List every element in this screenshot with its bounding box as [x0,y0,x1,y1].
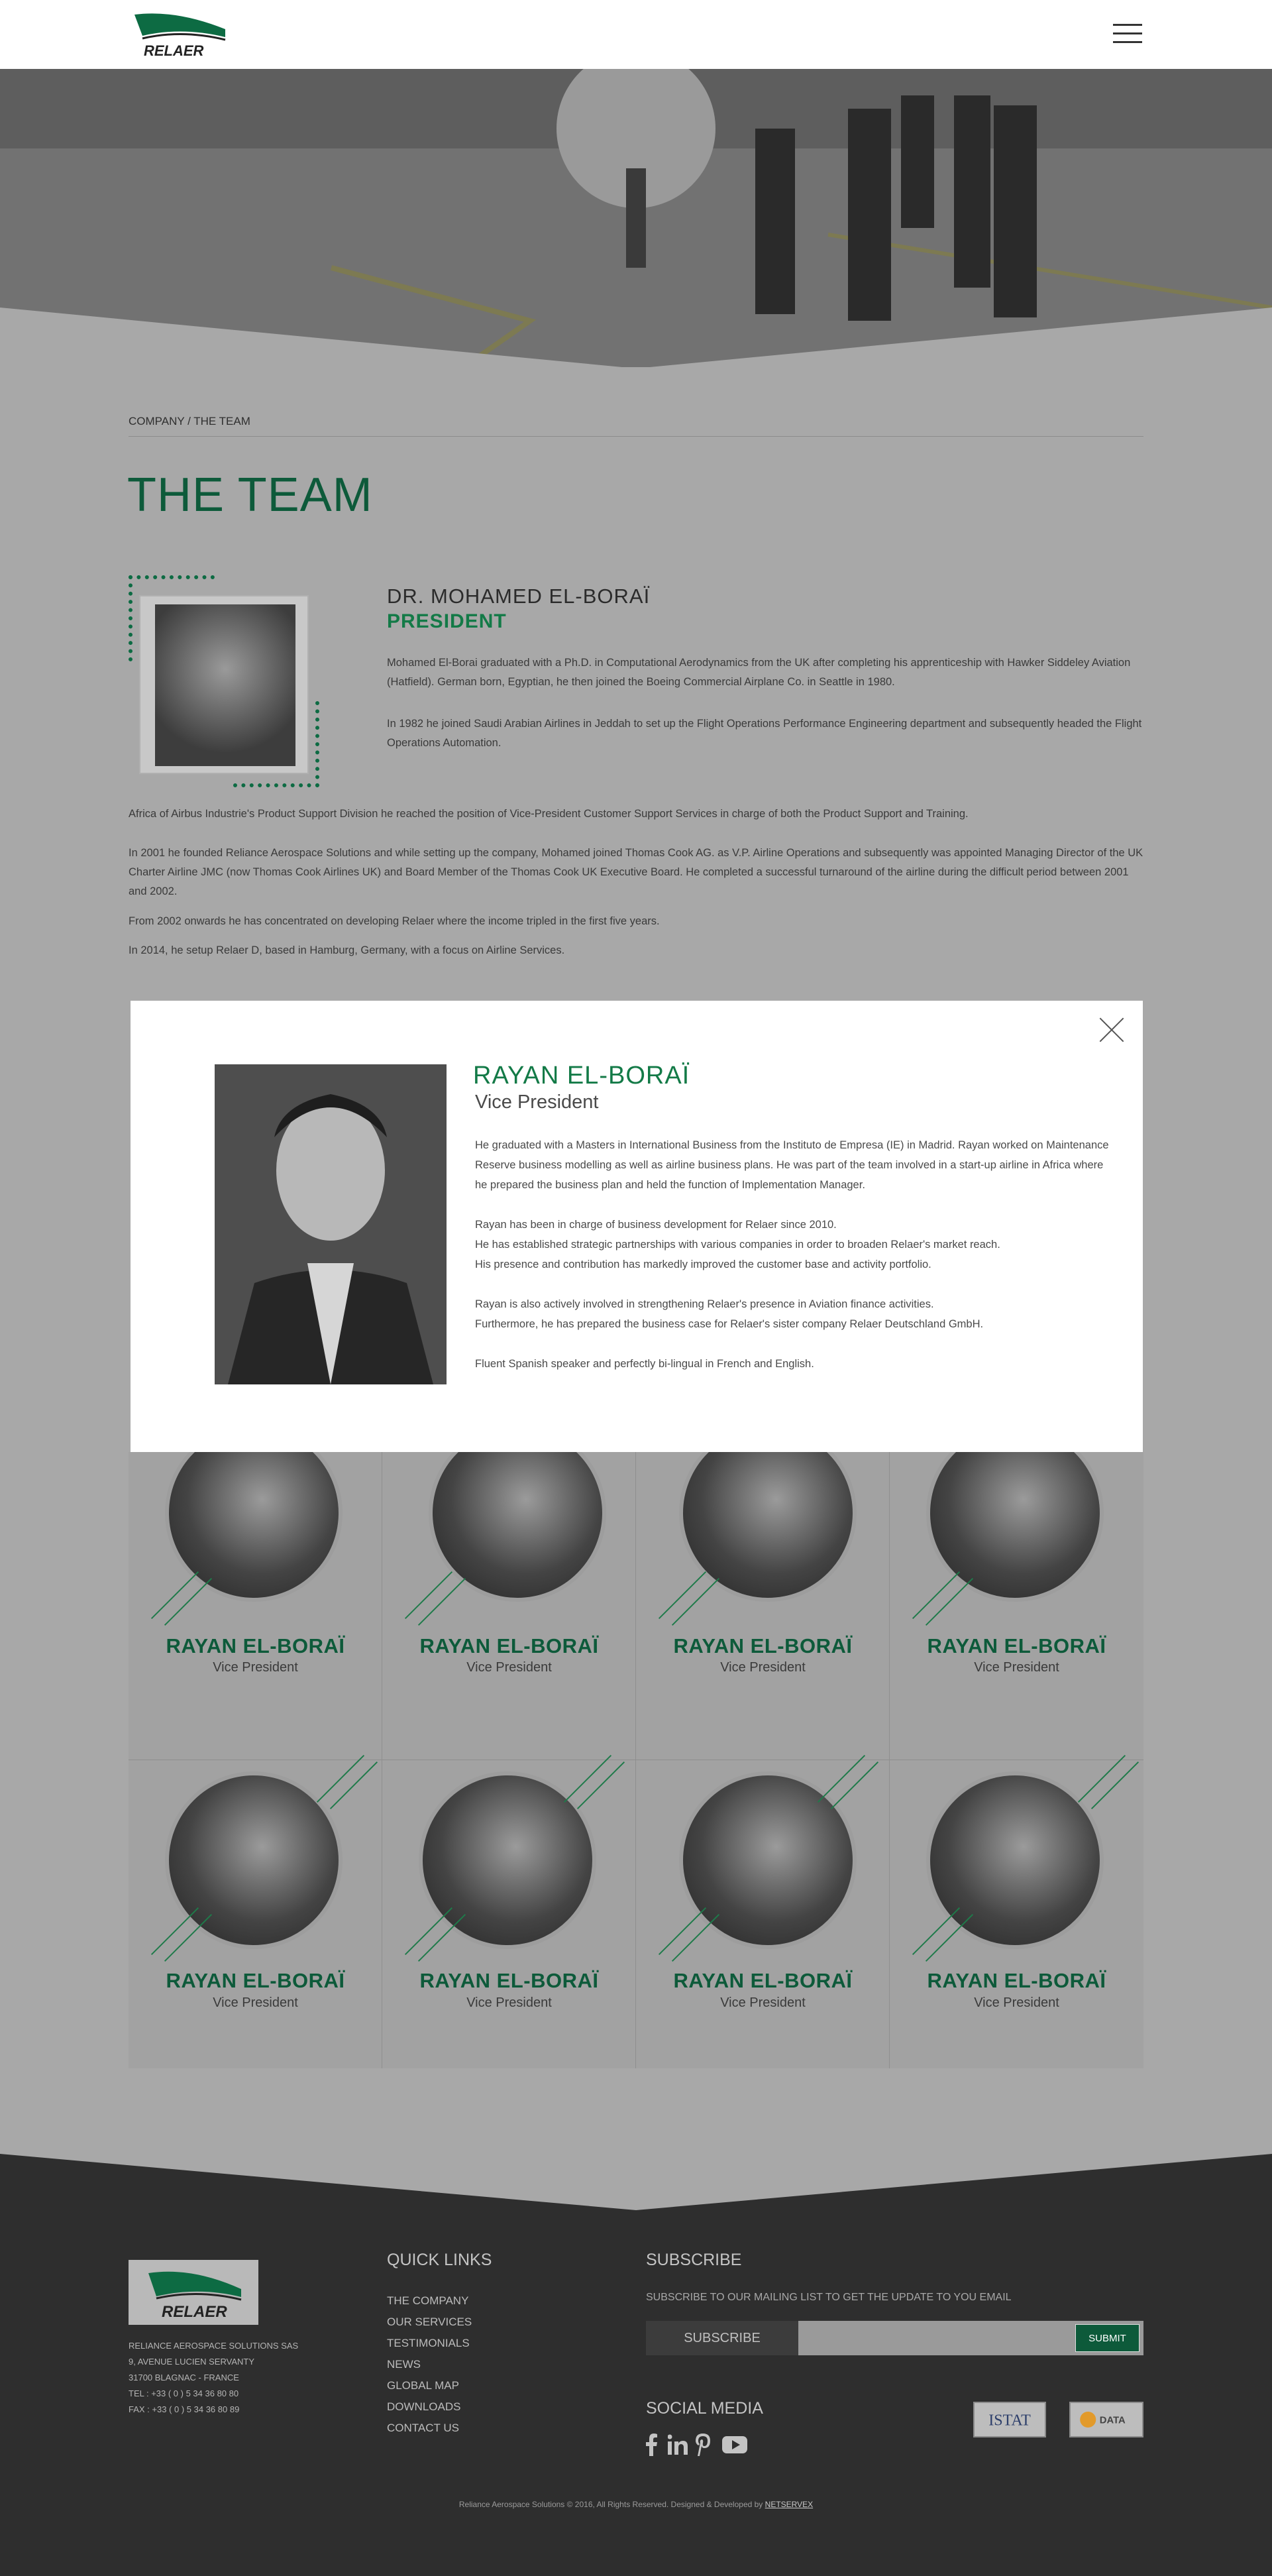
site-header: RELAER [0,0,1272,69]
footer-top-shape [0,2154,1272,2210]
president-bio: In 2014, he setup Relaer D, based in Ham… [129,944,565,956]
team-member-role: Vice President [974,1995,1059,2010]
team-card[interactable]: RAYAN EL-BORAÏ Vice President [636,1424,890,1760]
relaer-logo[interactable]: RELAER [129,9,230,60]
team-card[interactable]: RAYAN EL-BORAÏ Vice President [382,1424,636,1760]
team-member-name: RAYAN EL-BORAÏ [419,1969,599,1992]
team-member-name: RAYAN EL-BORAÏ [673,1634,853,1657]
modal-role: Vice President [475,1092,599,1113]
team-member-role: Vice President [213,1660,298,1675]
linkedin-icon[interactable] [668,2434,688,2456]
team-member-role: Vice President [466,1995,552,2010]
modal-bio: Rayan is also actively involved in stren… [475,1298,934,1310]
subscribe-title: SUBSCRIBE [646,2251,742,2269]
avatar [679,1771,857,1949]
modal-bio: Fluent Spanish speaker and perfectly bi-… [475,1358,814,1370]
svg-text:RELAER: RELAER [162,2303,227,2321]
menu-icon[interactable] [1113,24,1142,46]
president-role: PRESIDENT [387,610,507,632]
facebook-icon[interactable] [646,2434,658,2456]
modal-bio: Rayan has been in charge of business dev… [475,1219,837,1231]
team-card[interactable]: RAYAN EL-BORAÏ Vice President [636,1738,890,2068]
team-member-role: Vice President [720,1660,806,1675]
copyright: Reliance Aerospace Solutions © 2016, All… [458,2500,814,2509]
svg-text:RELAER: RELAER [144,42,204,59]
president-bio: Mohamed El-Borai graduated with a Ph.D. … [387,657,1131,688]
footer-link-news[interactable]: NEWS [387,2358,421,2371]
subscribe-text: SUBSCRIBE TO OUR MAILING LIST TO GET THE… [646,2292,1012,2303]
modal-bio: His presence and contribution has marked… [475,1259,931,1270]
avatar [165,1771,343,1949]
modal-bio: He graduated with a Masters in Internati… [475,1139,1109,1191]
close-icon[interactable] [1098,1015,1127,1044]
team-member-name: RAYAN EL-BORAÏ [673,1969,853,1992]
team-member-role: Vice President [213,1995,298,2010]
footer-address: RELIANCE AEROSPACE SOLUTIONS SAS 9, AVEN… [129,2341,299,2414]
president-bio: Africa of Airbus Industrie's Product Sup… [129,808,969,820]
submit-button[interactable]: SUBMIT [1075,2324,1140,2352]
modal-bio: Furthermore, he has prepared the busines… [475,1318,984,1330]
team-grid: RAYAN EL-BORAÏ Vice President RAYAN EL-B… [129,1424,1143,2068]
team-member-name: RAYAN EL-BORAÏ [166,1634,345,1657]
page-title: THE TEAM [127,469,373,522]
team-card[interactable]: RAYAN EL-BORAÏ Vice President [382,1738,636,2068]
pinterest-icon[interactable] [696,2434,710,2456]
hero-bottom-shape [0,308,1272,368]
president-name: DR. MOHAMED EL-BORAÏ [387,585,651,608]
team-card[interactable]: RAYAN EL-BORAÏ Vice President [890,1738,1143,2068]
breadcrumb-divider [129,436,1143,437]
subscribe-label: SUBSCRIBE [646,2321,798,2355]
avatar [419,1771,596,1949]
quick-links-title: QUICK LINKS [387,2251,492,2269]
president-bio: From 2002 onwards he has concentrated on… [129,915,660,927]
team-member-name: RAYAN EL-BORAÏ [927,1969,1106,1992]
team-member-role: Vice President [466,1660,552,1675]
data-partner-logo[interactable]: DATA [1069,2402,1143,2437]
footer-logo[interactable]: RELAER [129,2260,258,2325]
team-member-modal: RAYAN EL-BORAÏ Vice President He graduat… [131,1001,1143,1452]
president-bio: In 1982 he joined Saudi Arabian Airlines… [387,718,1142,749]
modal-photo [215,1064,447,1384]
developer-link[interactable]: NETSERVEX [765,2500,813,2509]
breadcrumb[interactable]: COMPANY / THE TEAM [129,415,250,428]
team-member-role: Vice President [974,1660,1059,1675]
footer-link-contact[interactable]: CONTACT US [387,2422,459,2435]
team-member-name: RAYAN EL-BORAÏ [927,1634,1106,1657]
svg-text:ISTAT: ISTAT [988,2412,1031,2429]
youtube-icon[interactable] [722,2434,747,2456]
avatar [926,1771,1104,1949]
modal-bio: He has established strategic partnership… [475,1239,1000,1251]
team-card[interactable]: RAYAN EL-BORAÏ Vice President [129,1738,382,2068]
svg-text:DATA: DATA [1100,2416,1126,2426]
footer-link-company[interactable]: THE COMPANY [387,2294,468,2308]
team-member-name: RAYAN EL-BORAÏ [419,1634,599,1657]
footer-link-services[interactable]: OUR SERVICES [387,2316,472,2329]
footer-link-downloads[interactable]: DOWNLOADS [387,2400,460,2414]
team-card[interactable]: RAYAN EL-BORAÏ Vice President [890,1424,1143,1760]
team-member-name: RAYAN EL-BORAÏ [166,1969,345,1992]
president-photo [129,575,319,787]
istat-partner-logo[interactable]: ISTAT [973,2402,1046,2437]
modal-name: RAYAN EL-BORAÏ [473,1062,690,1090]
footer-link-global-map[interactable]: GLOBAL MAP [387,2379,459,2392]
president-bio: In 2001 he founded Reliance Aerospace So… [129,847,1143,897]
social-media-title: SOCIAL MEDIA [646,2399,763,2418]
footer-link-testimonials[interactable]: TESTIMONIALS [387,2337,470,2350]
team-card[interactable]: RAYAN EL-BORAÏ Vice President [129,1424,382,1760]
team-member-role: Vice President [720,1995,806,2010]
